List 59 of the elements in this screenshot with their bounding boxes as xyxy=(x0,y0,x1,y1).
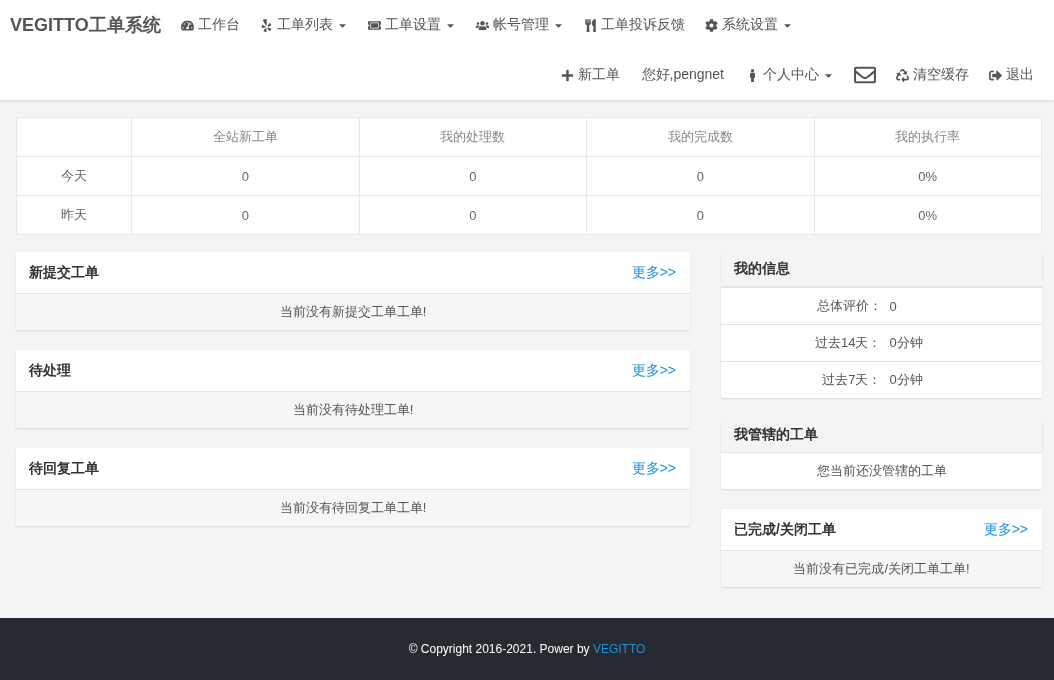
table-cell: 0 xyxy=(131,195,359,235)
table-cell: 0 xyxy=(131,156,359,196)
more-link[interactable]: 更多>> xyxy=(631,361,676,380)
dashboard-icon xyxy=(180,18,194,32)
utensils-icon xyxy=(583,18,597,32)
empty-message: 当前没有已完成/关闭工单工单! xyxy=(793,560,970,578)
info-value: 0分钟 xyxy=(888,334,923,352)
more-link[interactable]: 更多>> xyxy=(631,459,676,478)
brand-title[interactable]: VEGITTO工单系统 xyxy=(10,13,161,37)
envelope-icon xyxy=(854,64,876,86)
nav-link[interactable]: 清空缓存 xyxy=(886,66,979,84)
table-header: 我的处理数 xyxy=(359,117,587,157)
nav-link[interactable]: 工单投诉反馈 xyxy=(573,16,695,34)
empty-message: 您当前还没管辖的工单 xyxy=(816,462,947,480)
plus-icon xyxy=(560,68,574,82)
copyright-text: © Copyright 2016-2021. Power by VEGITTO xyxy=(408,642,646,656)
nav-link[interactable]: 个人中心 xyxy=(736,66,844,84)
nav-link[interactable]: 工作台 xyxy=(170,16,250,34)
table-header: 我的执行率 xyxy=(814,117,1042,157)
row-label: 昨天 xyxy=(16,195,132,235)
info-label: 总体评价： xyxy=(815,297,882,315)
panel-title: 我管辖的工单 xyxy=(734,426,818,444)
panel-title: 我的信息 xyxy=(734,260,790,278)
nav-link[interactable]: 系统设置 xyxy=(694,16,803,34)
info-label: 过去7天： xyxy=(821,371,882,389)
nav-link[interactable]: 退出 xyxy=(979,66,1044,84)
recycle-icon xyxy=(896,68,909,82)
nav-link[interactable]: 新工单 xyxy=(550,66,630,84)
table-cell: 0 xyxy=(586,195,814,235)
table-cell: 0% xyxy=(814,156,1042,196)
burst-icon xyxy=(259,18,273,32)
row-label: 今天 xyxy=(16,156,132,196)
footer-link[interactable]: VEGITTO xyxy=(592,642,646,656)
table-cell: 0 xyxy=(359,195,587,235)
table-cell: 0 xyxy=(359,156,587,196)
nav-link[interactable]: 工单设置 xyxy=(357,16,466,34)
greeting-text: 您好,pengnet xyxy=(640,66,725,84)
panel-title: 待处理 xyxy=(29,361,71,380)
nav-link[interactable]: 帐号管理 xyxy=(465,16,574,34)
panel-title: 新提交工单 xyxy=(29,263,99,282)
users-icon xyxy=(475,18,489,32)
empty-message: 当前没有待回复工单工单! xyxy=(279,499,427,517)
empty-message: 当前没有待处理工单! xyxy=(292,401,414,419)
empty-message: 当前没有新提交工单工单! xyxy=(279,303,427,321)
more-link[interactable]: 更多>> xyxy=(983,520,1028,539)
table-cell: 0% xyxy=(814,195,1042,235)
table-header: 我的完成数 xyxy=(586,117,814,157)
panel-title: 待回复工单 xyxy=(29,459,99,478)
logout-icon xyxy=(989,68,1002,82)
nav-link[interactable]: 工单列表 xyxy=(249,16,358,34)
settings-icon xyxy=(704,18,718,32)
table-header: 全站新工单 xyxy=(131,117,359,157)
info-value: 0 xyxy=(888,298,897,314)
info-value: 0分钟 xyxy=(888,371,923,389)
more-link[interactable]: 更多>> xyxy=(631,263,676,282)
table-cell: 0 xyxy=(586,156,814,196)
ticket-icon xyxy=(367,18,381,32)
panel-title: 已完成/关闭工单 xyxy=(734,520,836,539)
info-label: 过去14天： xyxy=(814,334,882,352)
